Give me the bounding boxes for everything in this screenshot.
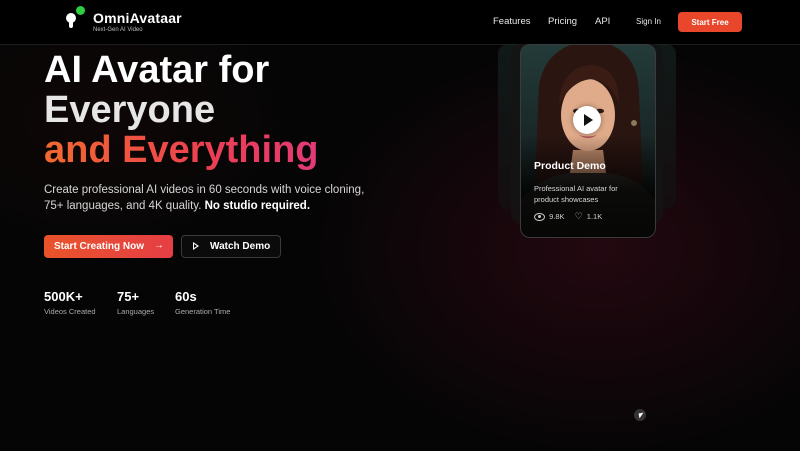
stat-languages: 75+ Languages bbox=[117, 289, 154, 316]
stat-label: Generation Time bbox=[175, 307, 231, 316]
start-creating-button[interactable]: Start Creating Now → bbox=[44, 235, 173, 258]
stat-label: Videos Created bbox=[44, 307, 96, 316]
eye-icon bbox=[534, 212, 545, 221]
video-card-product-demo[interactable]: Product Demo Professional AI avatar for … bbox=[520, 44, 656, 238]
play-video-icon[interactable] bbox=[573, 106, 601, 134]
card-meta: 9.8K ♡ 1.1K bbox=[534, 211, 602, 222]
hero-description: Create professional AI videos in 60 seco… bbox=[44, 182, 384, 214]
nav-link-api[interactable]: API bbox=[595, 16, 610, 27]
stat-label: Languages bbox=[117, 307, 155, 316]
nav-link-pricing[interactable]: Pricing bbox=[548, 16, 577, 27]
stat-value: 500K+ bbox=[44, 289, 83, 304]
brand-tagline: Next-Gen AI Video bbox=[93, 27, 143, 33]
top-navbar: OmniAvataar Next-Gen AI Video Features P… bbox=[0, 0, 800, 45]
hero-heading-line3: and Everything bbox=[44, 129, 319, 171]
card-title: Product Demo bbox=[534, 160, 606, 172]
cursor-icon bbox=[638, 412, 645, 419]
hero-heading-line2: Everyone bbox=[44, 89, 216, 131]
play-icon bbox=[193, 242, 199, 250]
arrow-right-icon: → bbox=[154, 240, 164, 251]
watch-demo-label: Watch Demo bbox=[210, 241, 271, 252]
start-free-button[interactable]: Start Free bbox=[678, 12, 742, 32]
sign-in-link[interactable]: Sign In bbox=[636, 17, 661, 26]
card-likes: 1.1K bbox=[586, 212, 603, 221]
start-creating-label: Start Creating Now bbox=[54, 241, 145, 252]
hero-description-bold: No studio required. bbox=[204, 200, 311, 212]
nav-link-features[interactable]: Features bbox=[493, 16, 531, 27]
bulb-logo-icon[interactable] bbox=[64, 6, 88, 32]
hero-heading-line1: AI Avatar for bbox=[44, 49, 270, 91]
card-views: 9.8K bbox=[549, 212, 565, 221]
stat-value: 75+ bbox=[117, 289, 140, 304]
stat-generation-time: 60s Generation Time bbox=[175, 289, 230, 316]
stat-value: 60s bbox=[175, 289, 197, 304]
card-description: Professional AI avatar for product showc… bbox=[534, 184, 618, 204]
heart-icon: ♡ bbox=[574, 211, 583, 221]
stat-videos: 500K+ Videos Created bbox=[44, 289, 96, 316]
brand-name[interactable]: OmniAvataar bbox=[93, 10, 182, 26]
watch-demo-button[interactable]: Watch Demo bbox=[181, 235, 281, 258]
